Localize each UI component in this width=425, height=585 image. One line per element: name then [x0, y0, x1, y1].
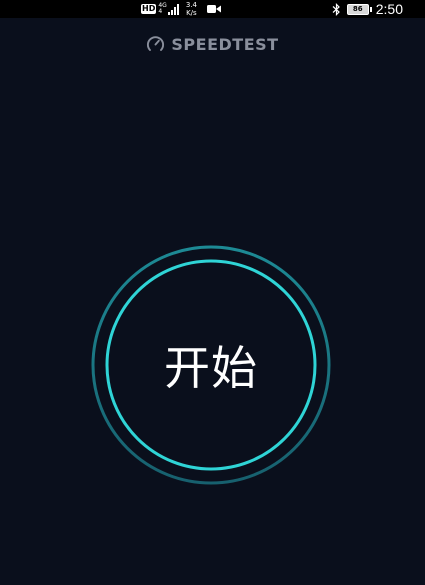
status-bar: HD 4G 4 3.4 K/s 86 2:50 [0, 0, 425, 18]
network-type: 4G 4 [158, 3, 166, 15]
network-type-bottom: 4 [158, 8, 163, 15]
network-speed-unit: K/s [186, 9, 197, 17]
start-test-label: 开始 [164, 341, 258, 395]
speedtest-screen: HD 4G 4 3.4 K/s 86 2:50 SPEEDTEST 开始 [0, 0, 425, 585]
bluetooth-icon [332, 2, 340, 16]
status-bar-left: HD 4G 4 3.4 K/s [141, 1, 221, 17]
app-title: SPEEDTEST [171, 35, 279, 54]
battery-nub [369, 6, 372, 12]
status-clock: 2:50 [375, 1, 403, 17]
go-button-container: 开始 [90, 244, 332, 486]
network-speed-value: 3.4 [185, 1, 197, 9]
network-speed: 3.4 K/s [186, 1, 197, 17]
app-header: SPEEDTEST [0, 35, 425, 54]
battery-icon: 86 [346, 3, 369, 15]
signal-icon [167, 3, 180, 15]
gauge-icon [147, 36, 165, 51]
status-bar-right: 86 2:50 [332, 1, 403, 17]
hd-badge: HD [141, 4, 157, 14]
video-camera-icon [206, 5, 221, 13]
start-test-button[interactable]: 开始 [108, 262, 314, 468]
battery-level: 86 [352, 4, 363, 13]
